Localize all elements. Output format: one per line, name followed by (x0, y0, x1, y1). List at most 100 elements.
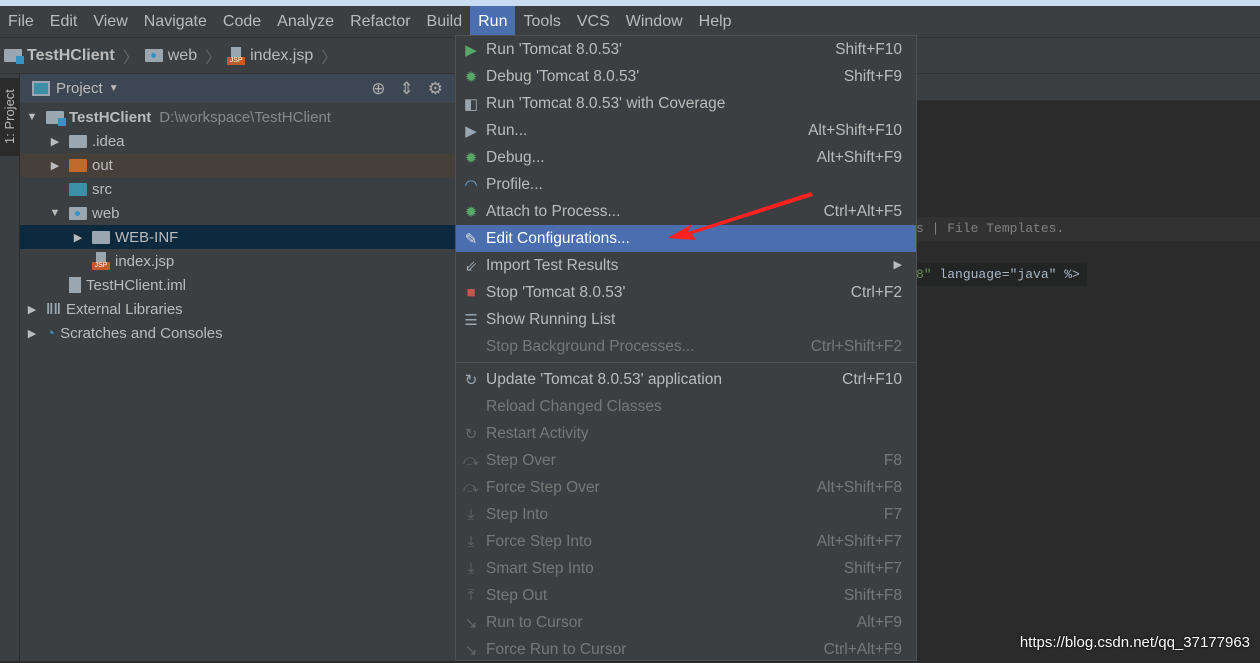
stop-icon: ■ (466, 284, 476, 301)
editor-code-line: 8" language="java" %> (916, 263, 1087, 286)
tree-item[interactable]: index.jsp (20, 249, 455, 273)
menu-item-restart-activity: ↻ Restart Activity (456, 420, 916, 447)
menu-item-label: Stop Background Processes... (486, 337, 695, 355)
breadcrumb-project[interactable]: TestHClient 〉 (4, 44, 139, 68)
menu-item-show-running-list[interactable]: ☰ Show Running List (456, 306, 916, 333)
menu-navigate[interactable]: Navigate (136, 6, 215, 37)
menu-bar: File Edit View Navigate Code Analyze Refactor B… (0, 6, 1260, 37)
force-step-into-icon: ⤓ (467, 533, 475, 550)
tree-item[interactable]: ▶ ◔ Scratches and Consoles (20, 321, 455, 345)
menu-item-label: Debug... (486, 148, 545, 166)
menu-item-label: Update 'Tomcat 8.0.53' application (486, 370, 722, 388)
pencil-icon: ✎ (464, 230, 478, 248)
force-run-to-cursor-icon: ↘ (464, 641, 478, 659)
collapsed-arrow-icon[interactable]: ▶ (24, 303, 40, 316)
menu-item-label: Step Over (486, 451, 556, 469)
tree-item[interactable]: ▶ out (20, 153, 455, 177)
collapsed-arrow-icon[interactable]: ▶ (47, 135, 63, 148)
menu-item-shortcut: Alt+Shift+F9 (816, 149, 902, 166)
editor-tab-bar (916, 74, 1260, 101)
excluded-folder-icon (69, 158, 87, 172)
project-panel: Project ▼ ⊕ ⇕ ⚙ ▼ TestHClient D:\workspace… (20, 74, 455, 661)
menu-file[interactable]: File (0, 6, 42, 37)
menu-item-label: Import Test Results (486, 256, 619, 274)
menu-item-run-tomcat-8-0-53-with-coverage[interactable]: ◧ Run 'Tomcat 8.0.53' with Coverage (456, 90, 916, 117)
menu-item-shortcut: Shift+F9 (843, 68, 902, 85)
collapsed-arrow-icon[interactable]: ▶ (24, 327, 40, 340)
locate-icon[interactable]: ⊕ (371, 79, 385, 99)
tree-item[interactable]: src (20, 177, 455, 201)
breadcrumb-web[interactable]: web 〉 (144, 44, 221, 68)
tree-item[interactable]: ▶ WEB-INF (20, 225, 455, 249)
menu-item-reload-changed-classes: Reload Changed Classes (456, 393, 916, 420)
collapse-all-icon[interactable]: ⇕ (400, 79, 414, 99)
menu-item-label: Reload Changed Classes (486, 397, 662, 415)
menu-tools[interactable]: Tools (515, 6, 568, 37)
menu-item-label: Run 'Tomcat 8.0.53' with Coverage (486, 94, 726, 112)
tree-item-label: WEB-INF (115, 228, 179, 246)
jsp-file-icon (227, 46, 246, 65)
menu-item-shortcut: F7 (883, 506, 902, 523)
menu-refactor[interactable]: Refactor (342, 6, 418, 37)
menu-item-debug-tomcat-8-0-53[interactable]: ✹ Debug 'Tomcat 8.0.53' Shift+F9 (456, 63, 916, 90)
menu-item-label: Debug 'Tomcat 8.0.53' (486, 67, 640, 85)
menu-item-shortcut: Shift+F10 (835, 41, 902, 58)
folder-icon (69, 134, 87, 148)
gear-icon[interactable]: ⚙ (428, 79, 443, 99)
menu-item-label: Force Step Into (486, 532, 592, 550)
chevron-down-icon[interactable]: ▼ (109, 83, 119, 94)
menu-item-smart-step-into: ⤓ Smart Step Into Shift+F7 (456, 555, 916, 582)
menu-item-label: Restart Activity (486, 424, 589, 442)
scratches-icon: ◔ (46, 324, 56, 342)
collapsed-arrow-icon[interactable]: ▶ (47, 159, 63, 172)
tree-item-label: TestHClient (69, 108, 152, 126)
project-panel-header: Project ▼ ⊕ ⇕ ⚙ (20, 74, 455, 103)
menu-code[interactable]: Code (215, 6, 269, 37)
menu-item-run[interactable]: ▶ Run... Alt+Shift+F10 (456, 117, 916, 144)
menu-vcs[interactable]: VCS (569, 6, 618, 37)
project-tree: ▼ TestHClient D:\workspace\TestHClient ▶ .id… (20, 103, 455, 345)
menu-item-import-test-results[interactable]: ⇙ Import Test Results ▶ (456, 252, 916, 279)
menu-item-label: Show Running List (486, 310, 616, 328)
menu-item-step-out: ⤒ Step Out Shift+F8 (456, 582, 916, 609)
menu-analyze[interactable]: Analyze (269, 6, 342, 37)
annotation-arrow (668, 192, 813, 240)
menu-item-label: Step Out (486, 586, 548, 604)
menu-run[interactable]: Run (470, 6, 516, 37)
menu-item-label: Run to Cursor (486, 613, 583, 631)
menu-item-label: Force Step Over (486, 478, 600, 496)
tree-item[interactable]: ▼ TestHClient D:\workspace\TestHClient (20, 105, 455, 129)
project-view-selector[interactable]: Project (56, 80, 103, 97)
menu-view[interactable]: View (85, 6, 135, 37)
expanded-arrow-icon[interactable]: ▼ (24, 111, 40, 123)
menu-item-stop-background-processes: Stop Background Processes... Ctrl+Shift+F… (456, 333, 916, 360)
module-icon (46, 110, 66, 126)
menu-build[interactable]: Build (419, 6, 471, 37)
tree-item[interactable]: TestHClient.iml (20, 273, 455, 297)
web-folder-icon (144, 49, 163, 62)
collapsed-arrow-icon[interactable]: ▶ (70, 231, 86, 244)
menu-item-run-to-cursor: ↘ Run to Cursor Alt+F9 (456, 609, 916, 636)
step-out-icon: ⤒ (467, 587, 475, 604)
menu-item-step-over: ⤼ Step Over F8 (456, 447, 916, 474)
menu-item-debug[interactable]: ✹ Debug... Alt+Shift+F9 (456, 144, 916, 171)
tree-item[interactable]: ▼ web (20, 201, 455, 225)
tree-item-label: Scratches and Consoles (60, 324, 223, 342)
menu-item-shortcut: Alt+F9 (856, 614, 902, 631)
menu-item-update-tomcat-8-0-53-application[interactable]: ↻ Update 'Tomcat 8.0.53' application Ctrl+… (456, 366, 916, 393)
expanded-arrow-icon[interactable]: ▼ (47, 207, 63, 219)
run-icon: ▶ (465, 41, 477, 59)
menu-edit[interactable]: Edit (42, 6, 86, 37)
menu-item-run-tomcat-8-0-53[interactable]: ▶ Run 'Tomcat 8.0.53' Shift+F10 (456, 36, 916, 63)
web-folder-icon (69, 206, 87, 220)
menu-item-stop-tomcat-8-0-53[interactable]: ■ Stop 'Tomcat 8.0.53' Ctrl+F2 (456, 279, 916, 306)
step-into-icon: ⤓ (467, 506, 475, 523)
list-icon: ☰ (464, 311, 478, 329)
menu-help[interactable]: Help (691, 6, 740, 37)
tree-item[interactable]: ▶ .idea (20, 129, 455, 153)
menu-item-force-step-into: ⤓ Force Step Into Alt+Shift+F7 (456, 528, 916, 555)
project-tool-tab[interactable]: 1: Project (0, 78, 20, 156)
breadcrumb-file[interactable]: index.jsp〉 (227, 44, 337, 68)
tree-item[interactable]: ▶ ‖‖ External Libraries (20, 297, 455, 321)
menu-window[interactable]: Window (618, 6, 691, 37)
